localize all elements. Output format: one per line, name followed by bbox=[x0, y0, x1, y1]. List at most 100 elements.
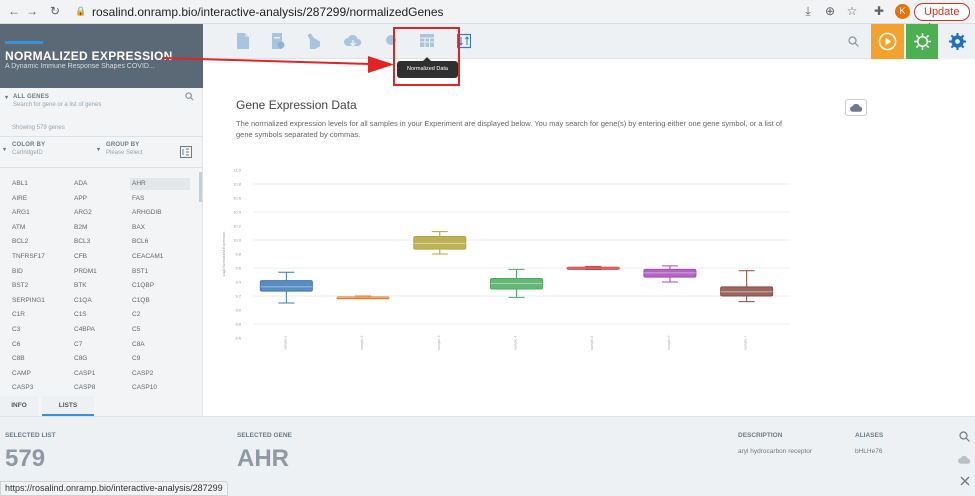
download-icon[interactable]: ⤓ bbox=[800, 3, 816, 19]
gene-item-casp2[interactable]: CASP2 bbox=[130, 368, 153, 380]
gene-item-bcl2[interactable]: BCL2 bbox=[10, 236, 28, 248]
gene-item-c7[interactable]: C7 bbox=[72, 339, 82, 351]
gene-item-prdm1[interactable]: PRDM1 bbox=[72, 266, 97, 278]
gene-count-text: Showing 579 genes bbox=[12, 125, 65, 131]
gene-item-c3[interactable]: C3 bbox=[10, 324, 20, 336]
lock-icon: 🔒 bbox=[75, 6, 87, 16]
address-bar[interactable]: rosalind.onramp.bio/interactive-analysis… bbox=[92, 5, 444, 19]
gene-item-casp10[interactable]: CASP10 bbox=[130, 382, 157, 394]
cog-icon bbox=[948, 32, 967, 51]
search-icon[interactable] bbox=[959, 431, 970, 442]
annotation-arrow bbox=[161, 56, 394, 73]
box-sample-3 bbox=[413, 236, 467, 250]
search-icon[interactable] bbox=[848, 36, 859, 47]
gene-item-bcl6[interactable]: BCL6 bbox=[130, 236, 148, 248]
gene-item-casp1[interactable]: CASP1 bbox=[72, 368, 95, 380]
gene-item-c8a[interactable]: C8A bbox=[130, 339, 145, 351]
update-label: Update bbox=[924, 6, 960, 18]
gene-item-c9[interactable]: C9 bbox=[130, 353, 140, 365]
gene-item-bst1[interactable]: BST1 bbox=[130, 266, 148, 278]
tab-info[interactable]: INFO bbox=[0, 396, 38, 416]
aliases-value: bHLHe76 bbox=[855, 448, 883, 455]
search-input[interactable]: Search for gene or a list of genes bbox=[13, 102, 101, 108]
update-button[interactable]: Update ⋮ bbox=[914, 3, 970, 34]
gene-item-c8g[interactable]: C8G bbox=[72, 353, 87, 365]
gene-item-btk[interactable]: BTK bbox=[72, 280, 87, 292]
group-by-select[interactable]: ▾ GROUP BY Please Select bbox=[97, 142, 177, 162]
y-tick-label: 9.2 bbox=[235, 294, 241, 299]
color-by-label: COLOR BY bbox=[12, 142, 46, 148]
gene-item-fas[interactable]: FAS bbox=[130, 193, 144, 205]
gene-item-c4bpa[interactable]: C4BPA bbox=[72, 324, 95, 336]
gene-item-abl1[interactable]: ABL1 bbox=[10, 178, 28, 190]
gene-item-arhgdib[interactable]: ARHGDIB bbox=[130, 207, 162, 219]
gene-item-serping1[interactable]: SERPING1 bbox=[10, 295, 45, 307]
reload-icon[interactable]: ↻ bbox=[47, 3, 63, 19]
gene-item-tnfrsf17[interactable]: TNFRSF17 bbox=[10, 251, 45, 263]
settings-button[interactable] bbox=[906, 24, 938, 59]
normalized-data-tooltip: Normalized Data bbox=[397, 61, 458, 78]
search-icon[interactable] bbox=[185, 92, 194, 101]
all-genes-label: ALL GENES bbox=[13, 94, 50, 100]
gene-item-ada[interactable]: ADA bbox=[72, 178, 87, 190]
y-tick-label: 9.8 bbox=[235, 252, 241, 257]
close-icon[interactable] bbox=[960, 476, 970, 486]
gene-item-c1r[interactable]: C1R bbox=[10, 309, 25, 321]
header-accent-bar bbox=[5, 41, 43, 44]
gene-item-c8b[interactable]: C8B bbox=[10, 353, 25, 365]
extensions-icon[interactable]: ✚ bbox=[871, 3, 887, 19]
selected-gene-value: AHR bbox=[237, 445, 289, 472]
gene-item-bcl3[interactable]: BCL3 bbox=[72, 236, 90, 248]
tab-lists[interactable]: LISTS bbox=[42, 396, 94, 416]
gene-item-casp3[interactable]: CASP3 bbox=[10, 382, 33, 394]
gene-item-aire[interactable]: AIRE bbox=[10, 193, 27, 205]
y-tick-label: 10.4 bbox=[233, 210, 242, 215]
forward-arrow-icon[interactable]: → bbox=[24, 3, 40, 19]
gene-item-arg2[interactable]: ARG2 bbox=[72, 207, 92, 219]
chevron-down-icon: ▾ bbox=[3, 147, 7, 153]
gene-item-app[interactable]: APP bbox=[72, 193, 87, 205]
gene-item-c1qb[interactable]: C1QB bbox=[130, 295, 150, 307]
color-by-select[interactable]: ▾ COLOR BY CartridgeID bbox=[3, 142, 93, 162]
gene-item-ceacam1[interactable]: CEACAM1 bbox=[130, 251, 163, 263]
gene-item-c5[interactable]: C5 bbox=[130, 324, 140, 336]
back-arrow-icon[interactable]: ← bbox=[6, 3, 22, 19]
gene-item-bid[interactable]: BID bbox=[10, 266, 23, 278]
gene-item-c1s[interactable]: C1S bbox=[72, 309, 87, 321]
gene-item-cfb[interactable]: CFB bbox=[72, 251, 87, 263]
gene-item-ahr[interactable]: AHR bbox=[130, 178, 190, 190]
group-by-label: GROUP BY bbox=[106, 142, 140, 148]
gene-item-camp[interactable]: CAMP bbox=[10, 368, 31, 380]
gene-item-c6[interactable]: C6 bbox=[10, 339, 20, 351]
profile-avatar[interactable]: K bbox=[895, 4, 910, 19]
sort-toggle-icon[interactable] bbox=[180, 146, 192, 158]
box-sample-1 bbox=[259, 280, 313, 292]
gene-item-arg1[interactable]: ARG1 bbox=[10, 207, 30, 219]
gene-item-c1qbp[interactable]: C1QBP bbox=[130, 280, 154, 292]
cloud-icon[interactable] bbox=[958, 455, 971, 465]
y-tick-label: 8.8 bbox=[235, 322, 241, 327]
play-button[interactable] bbox=[871, 24, 904, 59]
page-title: NORMALIZED EXPRESSION bbox=[5, 49, 173, 63]
zoom-icon[interactable]: ⊕ bbox=[822, 3, 838, 19]
gene-item-atm[interactable]: ATM bbox=[10, 222, 25, 234]
gene-item-c2[interactable]: C2 bbox=[130, 309, 140, 321]
chevron-down-icon: ▾ bbox=[5, 95, 9, 101]
status-bar-url: https://rosalind.onramp.bio/interactive-… bbox=[0, 481, 228, 496]
star-icon[interactable]: ☆ bbox=[844, 3, 860, 19]
gene-item-c1qa[interactable]: C1QA bbox=[72, 295, 92, 307]
y-tick-label: 9.0 bbox=[235, 308, 241, 313]
scrollbar[interactable] bbox=[199, 172, 202, 202]
gene-expression-boxplot: 11.0 10.8 10.6 10.4 10.2 10.0 9.8 9.6 9.4 9.2 9.0 8… bbox=[222, 168, 790, 350]
gene-item-b2m[interactable]: B2M bbox=[72, 222, 87, 234]
y-tick-label: 9.6 bbox=[235, 266, 241, 271]
gene-item-casp8[interactable]: CASP8 bbox=[72, 382, 95, 394]
options-button[interactable] bbox=[939, 24, 975, 59]
gene-item-bax[interactable]: BAX bbox=[130, 222, 145, 234]
description-label: DESCRIPTION bbox=[738, 432, 783, 439]
export-chart-button[interactable] bbox=[845, 99, 867, 116]
chevron-down-icon: ▾ bbox=[97, 147, 101, 153]
play-icon bbox=[878, 32, 897, 51]
gene-search[interactable]: ▾ ALL GENES Search for gene or a list of… bbox=[5, 92, 198, 116]
gene-item-bst2[interactable]: BST2 bbox=[10, 280, 28, 292]
